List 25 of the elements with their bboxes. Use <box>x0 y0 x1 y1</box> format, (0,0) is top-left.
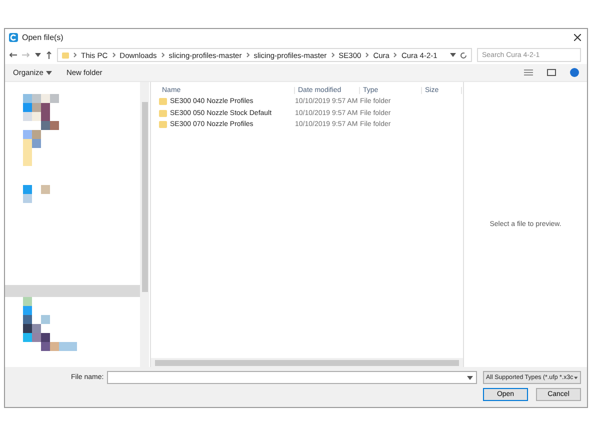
recent-caret-icon <box>35 53 41 57</box>
caret-icon <box>467 376 473 380</box>
chevron-icon <box>393 52 398 58</box>
scrollbar[interactable] <box>140 82 149 367</box>
close-icon[interactable] <box>574 34 581 41</box>
chevron-icon <box>73 52 77 58</box>
window-title: Open file(s) <box>22 33 64 42</box>
caret-icon <box>46 70 52 74</box>
chevron-icon <box>365 52 370 58</box>
back-icon[interactable] <box>9 52 17 58</box>
chevron-icon <box>330 52 335 58</box>
refresh-icon[interactable] <box>460 52 467 58</box>
help-icon[interactable] <box>570 68 579 77</box>
chevron-icon <box>160 52 165 58</box>
preview-pane-icon[interactable] <box>547 69 556 76</box>
up-icon[interactable] <box>46 51 52 59</box>
folder-icon <box>62 50 69 60</box>
chevron-icon <box>112 52 116 58</box>
app-icon <box>9 33 18 42</box>
scrollbar[interactable] <box>151 358 463 367</box>
file-name-field[interactable] <box>106 371 477 384</box>
caret-icon <box>574 376 578 380</box>
chevron-icon <box>246 52 250 58</box>
view-icon[interactable] <box>524 69 533 76</box>
history-caret-icon <box>450 53 456 57</box>
